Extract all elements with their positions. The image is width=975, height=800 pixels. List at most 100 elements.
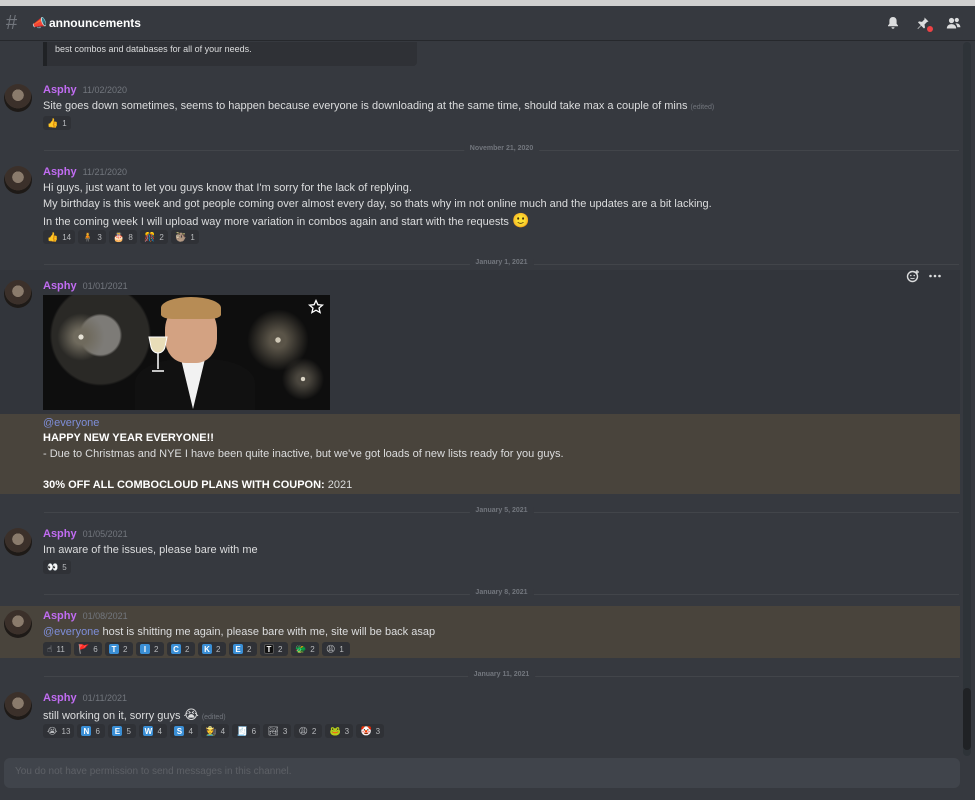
header-toolbar	[885, 15, 961, 32]
reaction-emoji: 🦥	[175, 231, 187, 242]
author-name[interactable]: Asphy	[43, 692, 77, 704]
reaction-count: 2	[154, 644, 159, 654]
timestamp: 01/01/2021	[82, 281, 128, 291]
author-name[interactable]: Asphy	[43, 166, 77, 178]
reaction[interactable]: C2	[167, 642, 195, 656]
reaction-letter: I	[140, 644, 150, 654]
sob-emoji: 😭	[183, 707, 199, 722]
reaction[interactable]: 🚩 6	[74, 642, 102, 656]
reaction-count: 2	[247, 644, 252, 654]
message-text-rest: 2021	[324, 479, 353, 491]
avatar[interactable]	[4, 692, 32, 720]
reaction-count: 8	[128, 232, 133, 242]
message-line: still working on it, sorry guys	[43, 710, 181, 722]
reaction[interactable]: W4	[139, 724, 168, 738]
reaction[interactable]: E5	[108, 724, 137, 738]
reaction-emoji: 🏞	[267, 725, 279, 736]
gif-attachment[interactable]	[43, 295, 330, 410]
reaction[interactable]: 🎂 8	[109, 230, 138, 244]
reaction-count: 13	[61, 726, 71, 736]
reaction-emoji: 😩	[326, 643, 336, 654]
avatar[interactable]	[4, 166, 32, 194]
reaction[interactable]: 😭 13	[43, 724, 75, 738]
reaction[interactable]: K2	[198, 642, 226, 656]
scrollbar-track[interactable]	[963, 42, 971, 756]
champagne-glass	[148, 336, 168, 372]
reaction-count: 4	[220, 726, 226, 736]
avatar[interactable]	[4, 610, 32, 638]
message-line: In the coming week I will upload way mor…	[43, 216, 509, 228]
reaction-count: 1	[62, 118, 67, 128]
reaction[interactable]: 😩 2	[294, 724, 323, 738]
author-name[interactable]: Asphy	[43, 280, 77, 292]
reaction[interactable]: S4	[170, 724, 199, 738]
avatar[interactable]	[4, 84, 32, 112]
message-text: 30% OFF ALL COMBOCLOUD PLANS WITH COUPON…	[43, 479, 352, 491]
reaction-count: 5	[62, 562, 67, 572]
reaction-emoji: 🎊	[144, 231, 156, 242]
avatar[interactable]	[4, 528, 32, 556]
timestamp: 01/11/2021	[82, 693, 128, 703]
scrollbar-thumb[interactable]	[963, 688, 971, 750]
reaction[interactable]: 👍 14	[43, 230, 76, 244]
reaction-emoji: 🧑‍🌾	[205, 725, 217, 736]
reaction[interactable]: E2	[229, 642, 257, 656]
mention-text[interactable]: @everyone	[43, 626, 99, 638]
reaction[interactable]: N6	[77, 724, 106, 738]
reaction-letter: E	[112, 726, 123, 736]
message-text: @everyone host is shitting me again, ple…	[43, 626, 435, 638]
reaction[interactable]: 🐲 2	[291, 642, 319, 656]
reaction-thumbs-up[interactable]: 👍 1	[43, 116, 71, 130]
slight-smile-emoji: 🙂	[511, 212, 530, 228]
add-reaction-icon[interactable]	[906, 269, 920, 283]
gif-hair	[161, 297, 221, 319]
reaction[interactable]: 🎊 2	[140, 230, 169, 244]
reaction-count: 2	[159, 232, 164, 242]
date-divider: January 8, 2021	[44, 589, 959, 596]
reaction-count: 2	[216, 644, 221, 654]
reaction-letter: T	[264, 644, 274, 654]
hash-icon: #	[6, 12, 18, 34]
reaction-letter: S	[174, 726, 185, 736]
bell-icon[interactable]	[885, 15, 901, 31]
message-line: Im aware of the issues, please bare with…	[43, 544, 258, 556]
star-icon[interactable]	[308, 299, 324, 315]
reaction[interactable]: 🏞 3	[263, 724, 292, 738]
message-line: Site goes down sometimes, seems to happe…	[43, 100, 688, 112]
reaction[interactable]: 🐸 3	[325, 724, 354, 738]
channel-header: # 📣 announcements	[0, 6, 975, 41]
members-icon[interactable]	[945, 15, 961, 31]
reaction-emoji: 🐸	[329, 725, 341, 736]
mention-text[interactable]: @everyone	[43, 417, 99, 429]
reaction[interactable]: I2	[136, 642, 164, 656]
mention[interactable]: @everyone	[43, 417, 99, 429]
reaction[interactable]: 🦥 1	[171, 230, 200, 244]
message-line: host is shitting me again, please bare w…	[99, 626, 436, 638]
channel-emoji: 📣	[32, 16, 47, 30]
message-composer: You do not have permission to send messa…	[4, 758, 960, 788]
date-divider: January 11, 2021	[44, 671, 959, 678]
message-line: My birthday is this week and got people …	[43, 198, 712, 210]
reaction[interactable]: 🧑‍🌾 4	[201, 724, 230, 738]
reaction-count: 3	[344, 726, 350, 736]
author-name[interactable]: Asphy	[43, 610, 77, 622]
reaction-count: 4	[188, 726, 193, 736]
reaction-count: 11	[56, 644, 65, 654]
reaction[interactable]: 🧍 3	[78, 230, 107, 244]
reaction[interactable]: 😩 1	[322, 642, 350, 656]
reaction[interactable]: T2	[105, 642, 133, 656]
pin-icon[interactable]	[915, 15, 933, 32]
reaction[interactable]: 🤡 3	[356, 724, 385, 738]
reaction-letter: W	[143, 726, 154, 736]
reaction[interactable]: 🧾 6	[232, 724, 261, 738]
author-name[interactable]: Asphy	[43, 528, 77, 540]
more-icon[interactable]	[928, 269, 942, 283]
reaction[interactable]: 👀 5	[43, 560, 71, 574]
author-name[interactable]: Asphy	[43, 84, 77, 96]
reaction[interactable]: ☝ 11	[43, 642, 71, 656]
message-bold-text: 30% OFF ALL COMBOCLOUD PLANS WITH COUPON…	[43, 479, 325, 491]
avatar[interactable]	[4, 280, 32, 308]
reaction[interactable]: T2	[260, 642, 288, 656]
message-actions	[906, 269, 942, 283]
reaction-emoji: 👍	[47, 231, 59, 242]
